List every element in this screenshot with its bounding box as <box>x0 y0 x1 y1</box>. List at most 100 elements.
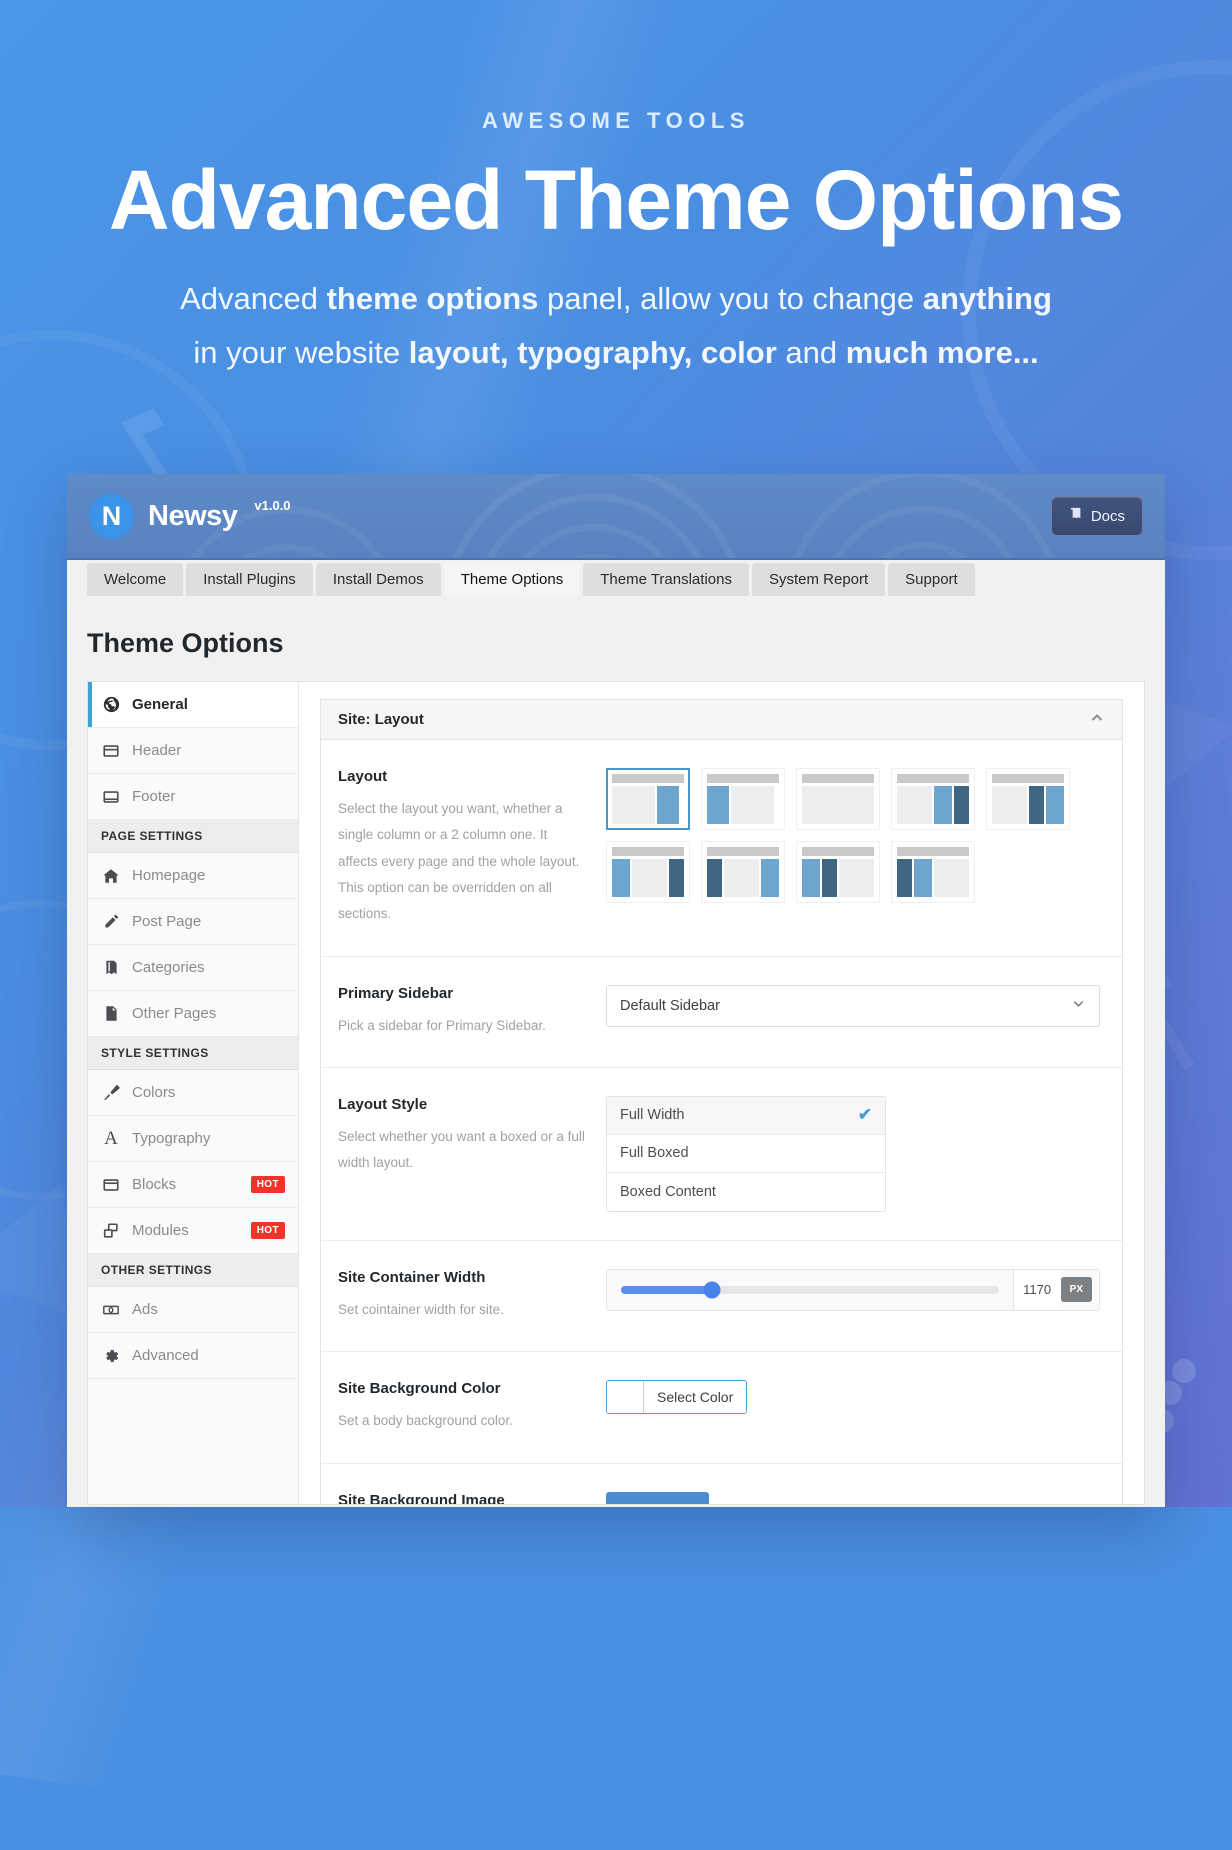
brush-icon <box>101 1083 121 1103</box>
field-title: Site Background Image <box>338 1491 505 1505</box>
status-badge: HOT <box>250 1176 285 1193</box>
layout-thumb-column-light <box>657 786 679 824</box>
tab-bar: Welcome Install Plugins Install Demos Th… <box>67 560 1165 596</box>
blocks-icon <box>101 1175 121 1195</box>
hero-sub-text: in your website <box>193 335 409 371</box>
field-site-background-image: Site Background Image Set a background i… <box>321 1464 1122 1505</box>
layout-thumb-header <box>802 774 874 783</box>
card-header[interactable]: Site: Layout <box>321 700 1122 740</box>
layout-picker[interactable] <box>606 768 1100 903</box>
field-description: Select the layout you want, whether a si… <box>338 801 580 922</box>
container-width-value[interactable]: 1170 <box>1012 1269 1061 1310</box>
field-control <box>606 768 1105 928</box>
field-description: Set cointainer width for site. <box>338 1301 504 1317</box>
upload-button-label: Upload <box>646 1504 692 1505</box>
book-icon <box>1069 507 1083 525</box>
sidebar-group-other-settings: OTHER SETTINGS <box>88 1254 298 1287</box>
color-swatch[interactable] <box>607 1381 644 1414</box>
field-label: Primary Sidebar Pick a sidebar for Prima… <box>338 985 606 1039</box>
field-layout: Layout Select the layout you want, wheth… <box>321 740 1122 957</box>
color-picker[interactable]: Select Color <box>606 1380 748 1415</box>
option-label: Boxed Content <box>620 1183 716 1200</box>
sidebar-item-other-pages[interactable]: Other Pages <box>88 991 298 1037</box>
field-layout-style: Layout Style Select whether you want a b… <box>321 1068 1122 1241</box>
primary-sidebar-select[interactable]: Default Sidebar <box>606 984 1100 1027</box>
select-color-button[interactable]: Select Color <box>644 1381 747 1414</box>
layout-option-7[interactable] <box>701 841 785 903</box>
sidebar-item-header[interactable]: Header <box>88 728 298 774</box>
layout-style-option-full-boxed[interactable]: Full Boxed <box>607 1134 885 1173</box>
layout-thumb-body <box>612 859 684 897</box>
sidebar-item-ads[interactable]: Ads <box>88 1287 298 1333</box>
sidebar-item-modules[interactable]: Modules HOT <box>88 1208 298 1254</box>
sidebar-item-blocks[interactable]: Blocks HOT <box>88 1162 298 1208</box>
layout-thumb-column-light <box>760 859 779 897</box>
layout-option-1[interactable] <box>606 768 690 830</box>
layout-option-4[interactable] <box>891 768 975 830</box>
field-label: Site Container Width Set cointainer widt… <box>338 1269 606 1323</box>
sidebar-item-colors[interactable]: Colors <box>88 1070 298 1116</box>
layout-thumb-column-dark <box>1028 786 1044 824</box>
field-primary-sidebar: Primary Sidebar Pick a sidebar for Prima… <box>321 957 1122 1068</box>
field-label: Layout Style Select whether you want a b… <box>338 1096 606 1212</box>
layout-thumb-body <box>612 786 684 824</box>
tab-install-demos[interactable]: Install Demos <box>315 563 441 596</box>
tab-install-plugins[interactable]: Install Plugins <box>186 563 313 596</box>
sidebar-item-typography[interactable]: A Typography <box>88 1116 298 1162</box>
tab-welcome[interactable]: Welcome <box>87 563 184 596</box>
sidebar-item-post-page[interactable]: Post Page <box>88 899 298 945</box>
page-body: Theme Options General Header Footer PAGE… <box>67 596 1165 1507</box>
hero-eyebrow: AWESOME TOOLS <box>482 108 750 133</box>
layout-option-5[interactable] <box>986 768 1070 830</box>
pencil-icon <box>101 912 121 932</box>
layout-thumb-header <box>612 774 684 783</box>
options-panel: General Header Footer PAGE SETTINGS Home… <box>87 681 1145 1505</box>
field-title: Layout Style <box>338 1095 428 1113</box>
site-layout-card: Site: Layout Layout Select the layout yo… <box>320 699 1123 1504</box>
layout-option-8[interactable] <box>796 841 880 903</box>
sidebar-item-categories[interactable]: Categories <box>88 945 298 991</box>
container-width-slider[interactable] <box>621 1281 999 1299</box>
options-content: Site: Layout Layout Select the layout yo… <box>299 682 1144 1504</box>
layout-thumb-column-main <box>632 859 667 897</box>
layout-thumb-header <box>707 774 779 783</box>
field-control: Select Color <box>606 1380 1105 1434</box>
sidebar-item-homepage[interactable]: Homepage <box>88 853 298 899</box>
sidebar-item-general[interactable]: General <box>88 682 298 728</box>
layout-thumb-column-main <box>612 786 656 824</box>
slider-handle[interactable] <box>703 1281 721 1299</box>
layout-thumb-column-main <box>724 859 759 897</box>
tab-theme-translations[interactable]: Theme Translations <box>583 563 749 596</box>
sidebar-item-label: Categories <box>132 959 205 976</box>
layout-option-3[interactable] <box>796 768 880 830</box>
hero-sub-strong: anything <box>922 281 1052 316</box>
layout-thumb-column-light <box>933 786 952 824</box>
layout-style-option-boxed-content[interactable]: Boxed Content <box>607 1172 885 1211</box>
sidebar-item-label: Colors <box>132 1084 176 1101</box>
layout-style-option-full-width[interactable]: Full Width ✔ <box>607 1096 885 1135</box>
layout-option-2[interactable] <box>701 768 785 830</box>
upload-button[interactable]: Upload <box>606 1491 709 1505</box>
chevron-up-icon[interactable] <box>1089 710 1105 730</box>
layout-thumb-body <box>707 786 779 824</box>
sidebar-item-footer[interactable]: Footer <box>88 774 298 820</box>
layout-thumb-column-main <box>897 786 932 824</box>
slider-fill <box>621 1285 712 1294</box>
layout-thumb-column-main <box>934 859 969 897</box>
field-site-background-color: Site Background Color Set a body backgro… <box>321 1352 1122 1464</box>
tab-theme-options[interactable]: Theme Options <box>443 563 581 596</box>
docs-button[interactable]: Docs <box>1050 496 1143 536</box>
field-description: Select whether you want a boxed or a ful… <box>338 1128 585 1171</box>
field-title: Site Background Color <box>338 1380 501 1398</box>
tab-system-report[interactable]: System Report <box>751 563 886 596</box>
layout-option-9[interactable] <box>891 841 975 903</box>
layout-thumb-body <box>897 859 969 897</box>
unit-badge: PX <box>1060 1277 1092 1303</box>
layout-thumb-body <box>897 786 969 824</box>
hero-sub-text: Advanced <box>180 281 327 316</box>
brand-logo-icon: N <box>89 493 134 539</box>
field-description: Set a body background color. <box>338 1413 513 1429</box>
tab-support[interactable]: Support <box>888 563 975 596</box>
layout-option-6[interactable] <box>606 841 690 903</box>
sidebar-item-advanced[interactable]: Advanced <box>88 1333 298 1379</box>
